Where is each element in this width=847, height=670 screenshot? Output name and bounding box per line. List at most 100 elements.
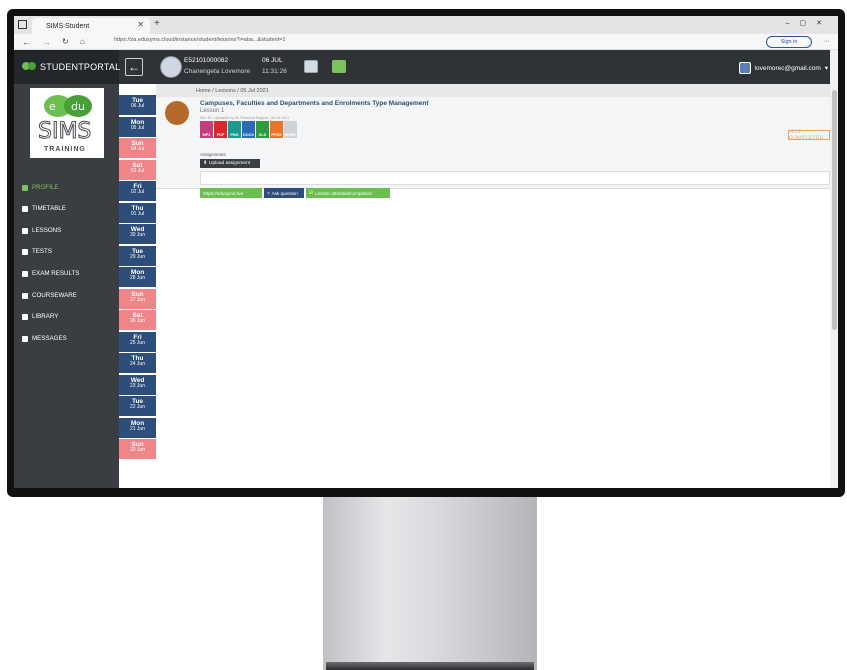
app-header: STUDENTPORTAL ← E52101000082 Chanengeta … (14, 50, 838, 84)
new-tab-icon[interactable]: + (154, 18, 160, 29)
email-text: lovemorec@gmail.com (754, 64, 821, 72)
sidebar-item-courseware[interactable]: COURSEWARE (22, 292, 77, 299)
window-menu-icon[interactable] (18, 20, 27, 29)
link-label: https://edusyms.live (203, 190, 244, 196)
sidebar-item-timetable[interactable]: TIMETABLE (22, 205, 66, 212)
browser-tab[interactable]: SIMS Student ✕ (32, 18, 150, 34)
file-icon[interactable]: PNG (228, 121, 241, 138)
url-input[interactable]: https://za.edusyms.cloud/instance/studen… (114, 37, 286, 43)
header-time: 11:31:26 (262, 68, 287, 75)
window-controls[interactable]: –▢✕ (786, 19, 832, 27)
sidebar-item-messages[interactable]: MESSAGES (22, 335, 67, 342)
file-icon[interactable]: XLS (256, 121, 269, 138)
forward-nav-icon[interactable]: → (42, 37, 51, 47)
user-email[interactable]: lovemorec@gmail.com ▾ (738, 62, 828, 74)
date-label: 24 Jun (129, 361, 145, 368)
date-item[interactable]: Sun 20 Jun (119, 439, 156, 459)
upload-icon: ⬆ (203, 161, 208, 166)
teacher-avatar (165, 101, 189, 125)
assignments-label: Assignments (200, 152, 226, 157)
lesson-link-button[interactable]: https://edusyms.live (200, 188, 262, 198)
lesson-title[interactable]: Campuses, Faculties and Departments and … (200, 100, 429, 107)
date-item[interactable]: Wed 23 Jun (119, 374, 156, 395)
sidebar-item-profile[interactable]: PROFILE (22, 184, 58, 191)
date-item[interactable]: Tue 22 Jun (119, 396, 156, 416)
sidebar: e du SIMS TRAINING PROFILE TIMETABLE LES… (14, 84, 119, 488)
date-item[interactable]: Mon 21 Jun (119, 417, 156, 438)
svg-text:du: du (71, 100, 85, 113)
date-item[interactable]: Mon 05 Jul (119, 116, 166, 137)
portal-logo-icon (22, 62, 36, 70)
lesson-ref: Ref: 40 - Uploaded by Mr Technical Suppo… (200, 116, 290, 120)
date-item[interactable]: Sat 03 Jul (119, 159, 156, 180)
date-item[interactable]: Fri 02 Jul (119, 181, 156, 201)
signin-button[interactable]: Sign in (766, 36, 812, 48)
portal-brand[interactable]: STUDENTPORTAL (14, 50, 120, 84)
date-label: 04 Jul (130, 146, 145, 153)
tab-close-icon[interactable]: ✕ (137, 20, 144, 29)
upload-assignment-button[interactable]: ⬆ Upload assignment (200, 159, 260, 168)
sidebar-item-label: EXAM RESULTS (32, 270, 80, 277)
date-item[interactable]: Mon 28 Jun (119, 267, 156, 287)
date-item[interactable]: Sun 04 Jul (119, 138, 156, 158)
back-nav-icon[interactable]: ← (22, 37, 31, 47)
file-icon[interactable]: PPSX (270, 121, 283, 138)
sidebar-item-library[interactable]: LIBRARY (22, 313, 58, 320)
more-icon[interactable]: ··· (823, 38, 830, 45)
lesson-completed-button[interactable]: ☑ Lesson attended/completed (306, 188, 390, 198)
date-label: 22 Jun (129, 404, 145, 411)
date-item[interactable]: Wed 30 Jun (119, 224, 156, 244)
avatar[interactable] (160, 56, 182, 78)
svg-text:e: e (49, 100, 56, 113)
library-icon (22, 313, 28, 320)
file-icon[interactable]: MP4 (200, 121, 213, 138)
date-item[interactable]: Sun 27 Jun (119, 288, 156, 309)
date-label: 21 Jun (129, 425, 145, 432)
sidebar-item-label: PROFILE (32, 184, 59, 191)
file-icon[interactable]: PDF (214, 121, 227, 138)
file-icon[interactable]: DOCX (242, 121, 255, 138)
date-label: 01 Jul (130, 210, 145, 217)
date-label: 20 Jun (129, 447, 145, 454)
date-label: 28 Jun (129, 275, 145, 282)
main-content: Home / Lessons / 05 Jul 2021 Campuses, F… (156, 84, 838, 488)
scrollbar[interactable] (830, 50, 838, 488)
question-icon: ? (267, 190, 270, 196)
date-item[interactable]: Sat 26 Jun (119, 310, 156, 330)
lesson-actions: https://edusyms.live ? Ask question ☑ Less… (200, 188, 390, 198)
sidebar-item-tests[interactable]: TESTS (22, 248, 52, 255)
date-item[interactable]: Thu 01 Jul (119, 202, 156, 223)
home-icon[interactable]: ⌂ (80, 37, 85, 46)
user-icon (738, 62, 751, 74)
lesson-files: MP4 PDF PNG DOCX XLS PPSX WEBP (200, 121, 297, 138)
date-item[interactable]: Fri 25 Jun (119, 331, 156, 352)
messages-icon[interactable] (304, 60, 318, 73)
sidebar-item-label: TIMETABLE (32, 205, 66, 212)
back-button[interactable]: ← (125, 58, 143, 76)
notification-icon[interactable] (332, 60, 346, 73)
sidebar-item-lessons[interactable]: LESSONS (22, 227, 61, 234)
sidebar-item-exam-results[interactable]: EXAM RESULTS (22, 270, 79, 277)
check-icon: ☑ (309, 190, 314, 195)
scrollbar-thumb[interactable] (832, 90, 837, 330)
monitor-foot (326, 662, 534, 670)
header-date: 06 JUL (262, 57, 283, 64)
date-item[interactable]: Thu 24 Jun (119, 353, 156, 373)
courseware-icon (22, 292, 28, 299)
clock-icon (22, 205, 28, 212)
date-label: 03 Jul (130, 167, 145, 174)
sidebar-item-label: COURSEWARE (32, 292, 77, 299)
refresh-icon[interactable]: ↻ (62, 37, 69, 46)
ask-question-button[interactable]: ? Ask question (264, 188, 304, 198)
date-item[interactable]: Tue 29 Jun (119, 245, 156, 266)
logo-tagline: TRAINING (44, 146, 86, 153)
sidebar-item-label: LIBRARY (32, 313, 59, 320)
lesson-card: Campuses, Faculties and Departments and … (156, 97, 838, 198)
date-label: 30 Jun (129, 232, 145, 239)
date-label: 29 Jun (129, 253, 145, 260)
upload-label: Upload assignment (209, 161, 251, 166)
assignments-list (200, 171, 830, 185)
file-icon[interactable]: WEBP (284, 121, 297, 138)
date-item[interactable]: Tue 06 Jul (119, 95, 156, 115)
user-name: Chanengeta Lovemore (184, 68, 251, 75)
